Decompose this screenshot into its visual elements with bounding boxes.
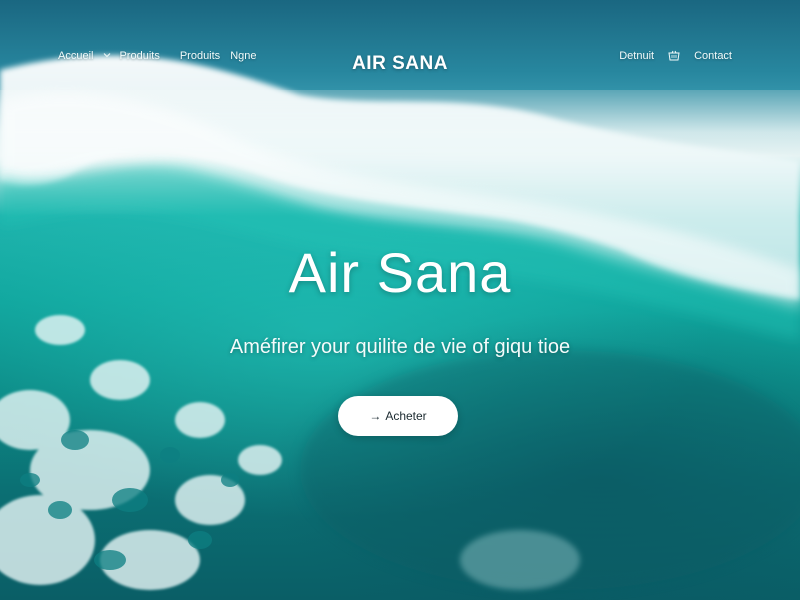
hero-title: Air Sana <box>288 241 512 304</box>
arrow-right-icon: → <box>369 409 382 423</box>
nav-right: Detnuit Contact <box>619 50 732 62</box>
basket-icon[interactable] <box>668 50 680 62</box>
nav-link-account[interactable]: Detnuit <box>619 50 654 62</box>
nav-link-contact[interactable]: Contact <box>694 50 732 62</box>
hero-subtitle: Améfirer your quilite de vie of giqu tio… <box>229 336 571 358</box>
buy-button[interactable]: → Acheter <box>338 396 458 436</box>
hero-section: Accueil Produits Produits Ngne AIR SANA … <box>0 0 800 600</box>
buy-button-label: Acheter <box>385 409 427 423</box>
